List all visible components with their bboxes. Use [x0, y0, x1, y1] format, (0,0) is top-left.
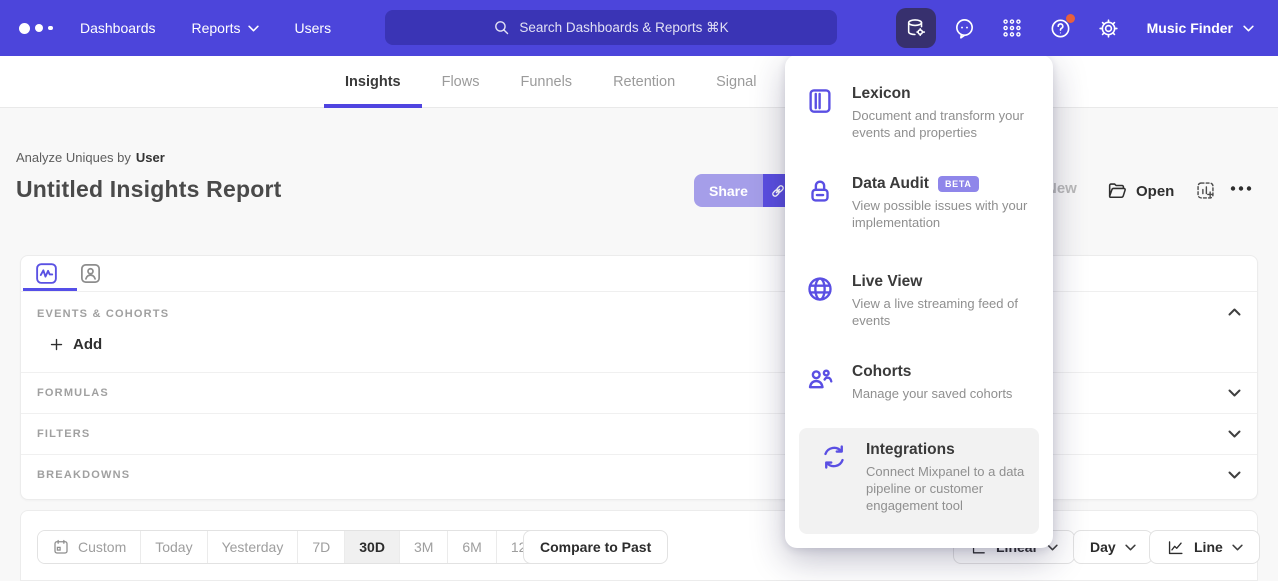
- chart-type-dropdown[interactable]: Line: [1149, 530, 1260, 564]
- range-yesterday[interactable]: Yesterday: [207, 531, 298, 563]
- settings-button[interactable]: [1088, 8, 1128, 48]
- range-3m[interactable]: 3M: [399, 531, 447, 563]
- report-tabbar: Insights Flows Funnels Retention Signal …: [0, 56, 1278, 108]
- data-audit-lock-icon: [805, 175, 835, 231]
- chart-controls-card: Custom Today Yesterday 7D 30D 3M 6M 12M …: [20, 510, 1258, 581]
- beta-badge: BETA: [938, 176, 979, 192]
- range-today[interactable]: Today: [140, 531, 206, 563]
- profile-icon: [79, 262, 102, 285]
- nav-users[interactable]: Users: [295, 20, 332, 36]
- top-navbar: Dashboards Reports Users Search Dashboar…: [0, 0, 1278, 56]
- mixpanel-logo-icon[interactable]: [19, 0, 53, 56]
- tab-insights[interactable]: Insights: [345, 56, 401, 108]
- section-header: EVENTS & COHORTS: [37, 308, 169, 320]
- project-name: Music Finder: [1147, 20, 1233, 36]
- menu-item-data-audit[interactable]: Data Audit BETA View possible issues wit…: [805, 175, 1033, 231]
- chevron-up-icon[interactable]: [1228, 308, 1241, 316]
- menu-item-live-view[interactable]: Live View View a live streaming feed of …: [805, 273, 1033, 329]
- active-tab-underline: [23, 288, 77, 291]
- apps-button[interactable]: [992, 8, 1032, 48]
- builder-view-tabs: [21, 256, 1257, 292]
- line-chart-icon: [1166, 538, 1185, 557]
- page-title[interactable]: Untitled Insights Report: [16, 176, 281, 203]
- chevron-down-icon: [1228, 471, 1241, 479]
- chevron-down-icon: [248, 25, 259, 32]
- notification-dot: [1066, 14, 1075, 23]
- range-6m[interactable]: 6M: [447, 531, 495, 563]
- feedback-bubble-icon: [953, 17, 976, 40]
- more-options-button[interactable]: [1229, 184, 1253, 193]
- primary-nav: Dashboards Reports Users: [80, 0, 331, 56]
- calendar-icon: [52, 538, 70, 556]
- share-button[interactable]: Share: [694, 174, 763, 207]
- screen: Dashboards Reports Users Search Dashboar…: [0, 0, 1278, 581]
- nav-reports[interactable]: Reports: [192, 20, 259, 36]
- menu-item-integrations[interactable]: Integrations Connect Mixpanel to a data …: [819, 441, 1033, 514]
- search-placeholder: Search Dashboards & Reports ⌘K: [519, 20, 728, 36]
- add-event-button[interactable]: Add: [49, 336, 102, 353]
- profiles-view-tab[interactable]: [77, 261, 103, 287]
- live-view-globe-icon: [805, 273, 835, 329]
- query-builder-card: EVENTS & COHORTS Add FORMULAS FILTERS BR…: [20, 255, 1258, 500]
- range-custom[interactable]: Custom: [38, 531, 140, 563]
- chevron-down-icon: [1243, 25, 1254, 32]
- section-filters[interactable]: FILTERS: [21, 413, 1257, 454]
- chevron-down-icon: [1125, 544, 1136, 551]
- tab-signal[interactable]: Signal: [716, 56, 756, 108]
- insights-chart-icon: [34, 261, 59, 286]
- compare-to-past-button[interactable]: Compare to Past: [523, 530, 668, 564]
- integrations-sync-icon: [819, 441, 849, 514]
- data-management-button[interactable]: [896, 8, 936, 48]
- data-management-icon: [905, 17, 927, 39]
- breadcrumb-value[interactable]: User: [136, 150, 165, 165]
- add-to-dashboard-button[interactable]: [1195, 180, 1216, 201]
- help-button[interactable]: [1040, 8, 1080, 48]
- range-30d[interactable]: 30D: [344, 531, 399, 563]
- tab-retention[interactable]: Retention: [613, 56, 675, 108]
- chevron-down-icon: [1228, 430, 1241, 438]
- lexicon-icon: [805, 85, 835, 141]
- cohorts-people-icon: [805, 363, 835, 402]
- menu-item-cohorts[interactable]: Cohorts Manage your saved cohorts: [805, 363, 1033, 402]
- search-icon: [493, 19, 510, 36]
- open-report-button[interactable]: Open: [1106, 180, 1174, 202]
- tab-funnels[interactable]: Funnels: [520, 56, 572, 108]
- folder-icon: [1106, 180, 1128, 202]
- chevron-down-icon: [1228, 389, 1241, 397]
- navbar-icon-group: [896, 8, 1128, 48]
- search-input[interactable]: Search Dashboards & Reports ⌘K: [385, 10, 837, 45]
- date-range-segmented: Custom Today Yesterday 7D 30D 3M 6M 12M: [37, 530, 553, 564]
- plus-icon: [49, 337, 64, 352]
- range-7d[interactable]: 7D: [297, 531, 344, 563]
- interval-dropdown[interactable]: Day: [1073, 530, 1153, 564]
- chevron-down-icon: [1232, 544, 1243, 551]
- feedback-button[interactable]: [944, 8, 984, 48]
- section-formulas[interactable]: FORMULAS: [21, 372, 1257, 413]
- share-group: Share: [694, 174, 794, 207]
- chart-add-icon: [1195, 180, 1216, 201]
- tab-flows[interactable]: Flows: [442, 56, 480, 108]
- breadcrumb: Analyze Uniques byUser: [16, 150, 165, 165]
- nav-dashboards[interactable]: Dashboards: [80, 20, 156, 36]
- data-management-menu: Lexicon Document and transform your even…: [785, 55, 1053, 548]
- project-switcher[interactable]: Music Finder: [1147, 0, 1254, 56]
- settings-gear-icon: [1097, 17, 1120, 40]
- apps-grid-icon: [1001, 17, 1023, 39]
- metrics-view-tab[interactable]: [33, 261, 59, 287]
- menu-item-lexicon[interactable]: Lexicon Document and transform your even…: [805, 85, 1033, 141]
- section-breakdowns[interactable]: BREAKDOWNS: [21, 454, 1257, 495]
- section-events-cohorts: EVENTS & COHORTS Add: [21, 292, 1257, 372]
- more-dots-icon: [1229, 184, 1253, 193]
